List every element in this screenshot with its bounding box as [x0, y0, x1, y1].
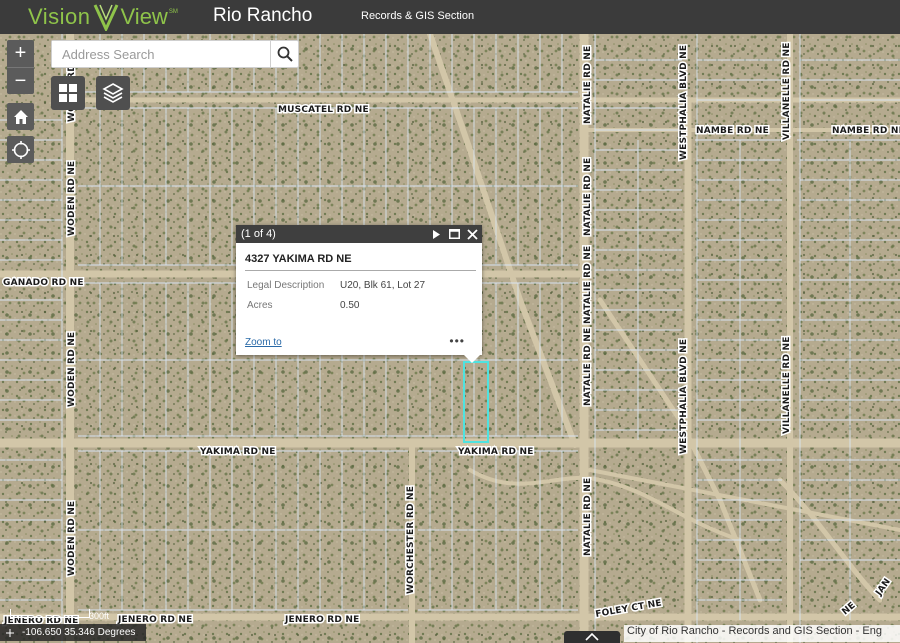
close-popup-button[interactable] [465, 226, 479, 242]
zoom-controls: + − [7, 40, 34, 94]
app-header: Vision View SM Rio Rancho Records & GIS … [0, 0, 900, 34]
road-label: WODEN RD NE [67, 501, 77, 576]
road-label: NATALIE RD NE [583, 328, 593, 406]
close-icon [466, 228, 478, 240]
locate-icon [11, 140, 30, 159]
road-label: VILLANELLE RD NE [782, 42, 792, 140]
road-label: NATALIE RD NE [583, 478, 593, 556]
road-label: NATALIE RD NE [583, 246, 593, 324]
coordinate-toggle-icon[interactable] [6, 628, 14, 637]
road-label: GANADO RD NE [3, 278, 84, 288]
home-button[interactable] [7, 103, 34, 130]
more-options-button[interactable]: ••• [449, 334, 465, 348]
feature-popup: (1 of 4) 4327 YAKIMA RD NE Legal Descrip… [236, 225, 482, 355]
locate-button[interactable] [7, 136, 34, 163]
field-value: 0.50 [340, 300, 360, 311]
road-label: WODEN RD NE [67, 332, 77, 407]
search-button[interactable] [270, 41, 298, 67]
field-row: Acres 0.50 [247, 300, 359, 311]
popup-counter: (1 of 4) [241, 228, 276, 240]
maximize-icon [448, 229, 460, 239]
coordinate-readout: -106.650 35.346 Degrees [0, 624, 146, 641]
app-title: Rio Rancho [213, 5, 313, 26]
next-icon [432, 229, 440, 239]
popup-pointer [463, 354, 481, 363]
scale-bar [10, 609, 90, 618]
road-label: JENERO RD NE [284, 615, 360, 625]
road-label: YAKIMA RD NE [199, 447, 276, 457]
home-icon [13, 109, 28, 124]
grid-icon [59, 84, 77, 102]
attribution: City of Rio Rancho - Records and GIS Sec… [624, 625, 900, 642]
zoom-out-button[interactable]: − [7, 67, 34, 94]
logo-view-text: View [120, 4, 168, 29]
field-label: Acres [247, 300, 273, 311]
road-label: WESTPHALIA BLVD NE [679, 339, 689, 454]
maximize-button[interactable] [447, 226, 461, 242]
chevron-up-icon [585, 633, 599, 641]
vision-view-logo: Vision View SM [28, 3, 178, 31]
coordinates-text: -106.650 35.346 Degrees [22, 627, 136, 638]
basemap-gallery-button[interactable] [51, 76, 85, 110]
road-label: MUSCATEL RD NE [278, 105, 369, 115]
scale-label: 300ft [89, 611, 110, 621]
panel-toggle-handle[interactable] [564, 631, 620, 643]
road-label: VILLANELLE RD NE [782, 336, 792, 434]
zoom-to-link[interactable]: Zoom to [245, 337, 282, 348]
search-icon [277, 46, 293, 62]
road-label: YAKIMA RD NE [457, 447, 534, 457]
popup-divider [245, 270, 476, 271]
road-label: WODEN RD NE [67, 161, 77, 236]
address-search-input[interactable] [52, 41, 270, 67]
field-value: U20, Blk 61, Lot 27 [340, 280, 426, 291]
popup-header: (1 of 4) [236, 225, 482, 243]
road-label: NATALIE RD NE [583, 158, 593, 236]
section-title: Records & GIS Section [361, 10, 475, 22]
popup-title: 4327 YAKIMA RD NE [245, 253, 352, 265]
logo-sm-mark: SM [168, 9, 178, 15]
road-label: WORCHESTER RD NE [406, 486, 416, 594]
field-row: Legal Description U20, Blk 61, Lot 27 [247, 280, 425, 291]
road-label: WESTPHALIA BLVD NE [679, 45, 689, 160]
layers-icon [102, 83, 124, 103]
layers-button[interactable] [96, 76, 130, 110]
road-label: NAMBE RD NE [832, 126, 900, 136]
address-search [51, 40, 299, 68]
field-label: Legal Description [247, 280, 325, 291]
road-label: NATALIE RD NE [583, 46, 593, 124]
next-feature-button[interactable] [429, 226, 443, 242]
logo-v-icon [93, 4, 118, 31]
zoom-in-button[interactable]: + [7, 40, 34, 67]
road-label: NAMBE RD NE [696, 126, 769, 136]
logo-vision-text: Vision [28, 4, 91, 29]
